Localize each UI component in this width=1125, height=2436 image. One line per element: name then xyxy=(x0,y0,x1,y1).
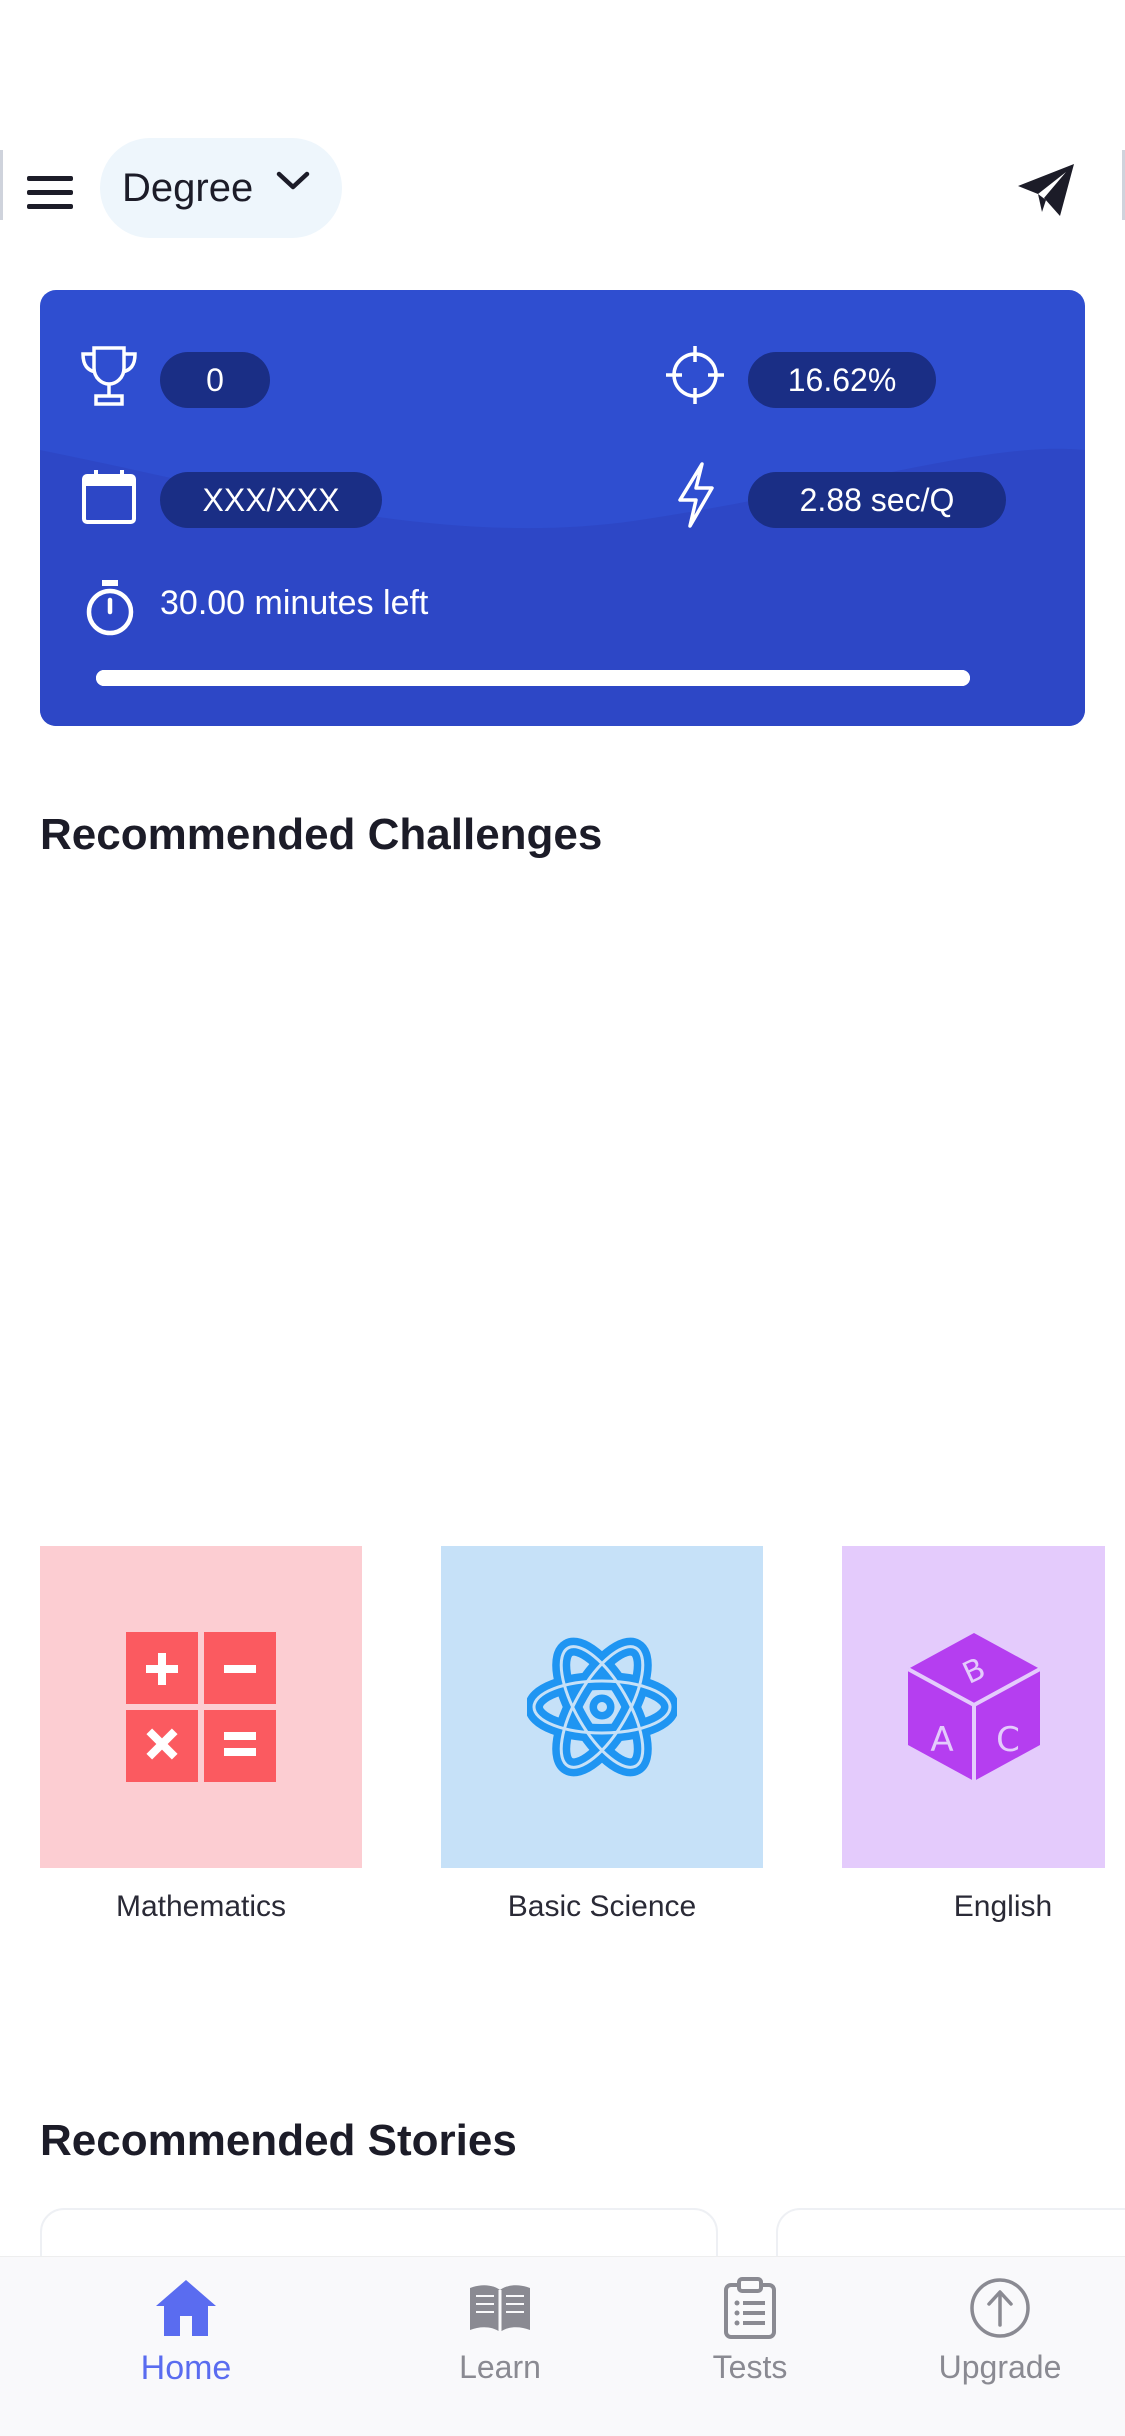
challenge-label-english: English xyxy=(953,1890,1053,1923)
nav-label-tests: Tests xyxy=(712,2349,788,2385)
lightning-icon xyxy=(678,462,714,528)
svg-text:C: C xyxy=(996,1720,1020,1760)
degree-selector[interactable]: Degree xyxy=(100,138,342,238)
score-value: 0 xyxy=(160,352,270,408)
stats-card: 0 16.62% XXX/XXX 2.88 sec/Q 30.00 minute… xyxy=(40,290,1085,726)
calculator-icon xyxy=(126,1632,276,1782)
nav-item-upgrade[interactable]: Upgrade xyxy=(910,2275,1090,2405)
nav-label-upgrade: Upgrade xyxy=(938,2349,1062,2385)
degree-selector-label: Degree xyxy=(122,165,254,210)
clipboard-icon xyxy=(724,2277,776,2339)
menu-button[interactable] xyxy=(22,164,78,220)
nav-item-home[interactable]: Home xyxy=(96,2275,276,2405)
calendar-icon xyxy=(82,470,136,524)
left-edge-divider xyxy=(0,150,3,220)
atom-icon xyxy=(527,1637,677,1777)
hamburger-icon xyxy=(27,176,73,209)
challenges-section-title: Recommended Challenges xyxy=(40,810,603,859)
time-progress-fill xyxy=(96,670,970,686)
accuracy-value: 16.62% xyxy=(748,352,936,408)
trophy-icon xyxy=(81,346,137,406)
svg-text:A: A xyxy=(930,1720,953,1760)
arrow-up-circle-icon xyxy=(970,2278,1030,2338)
top-bar: Degree xyxy=(0,138,1125,242)
crosshair-icon xyxy=(666,346,724,404)
speed-value: 2.88 sec/Q xyxy=(748,472,1006,528)
challenge-label-mathematics: Mathematics xyxy=(115,1890,287,1923)
stopwatch-icon xyxy=(86,580,134,636)
abc-cube-icon: B A C xyxy=(906,1633,1041,1781)
stories-section-title: Recommended Stories xyxy=(40,2116,517,2165)
chevron-down-icon xyxy=(276,171,310,190)
nav-item-learn[interactable]: Learn xyxy=(410,2275,590,2405)
time-left-text: 30.00 minutes left xyxy=(160,584,429,622)
nav-label-learn: Learn xyxy=(459,2349,541,2385)
attempted-value: XXX/XXX xyxy=(160,472,382,528)
challenge-tile-basic-science[interactable] xyxy=(441,1546,763,1868)
book-icon xyxy=(470,2285,530,2332)
nav-label-home: Home xyxy=(140,2349,232,2387)
share-button[interactable] xyxy=(1014,158,1078,222)
paper-plane-icon xyxy=(1018,164,1074,216)
home-icon xyxy=(156,2280,216,2336)
challenge-tile-mathematics[interactable] xyxy=(40,1546,362,1868)
nav-item-tests[interactable]: Tests xyxy=(660,2275,840,2405)
challenge-tile-english[interactable]: B A C xyxy=(842,1546,1105,1868)
challenge-label-basic-science: Basic Science xyxy=(507,1890,697,1923)
bottom-nav: Home Learn Tests Upgrade xyxy=(0,2256,1125,2436)
time-progress-bar xyxy=(96,670,970,686)
